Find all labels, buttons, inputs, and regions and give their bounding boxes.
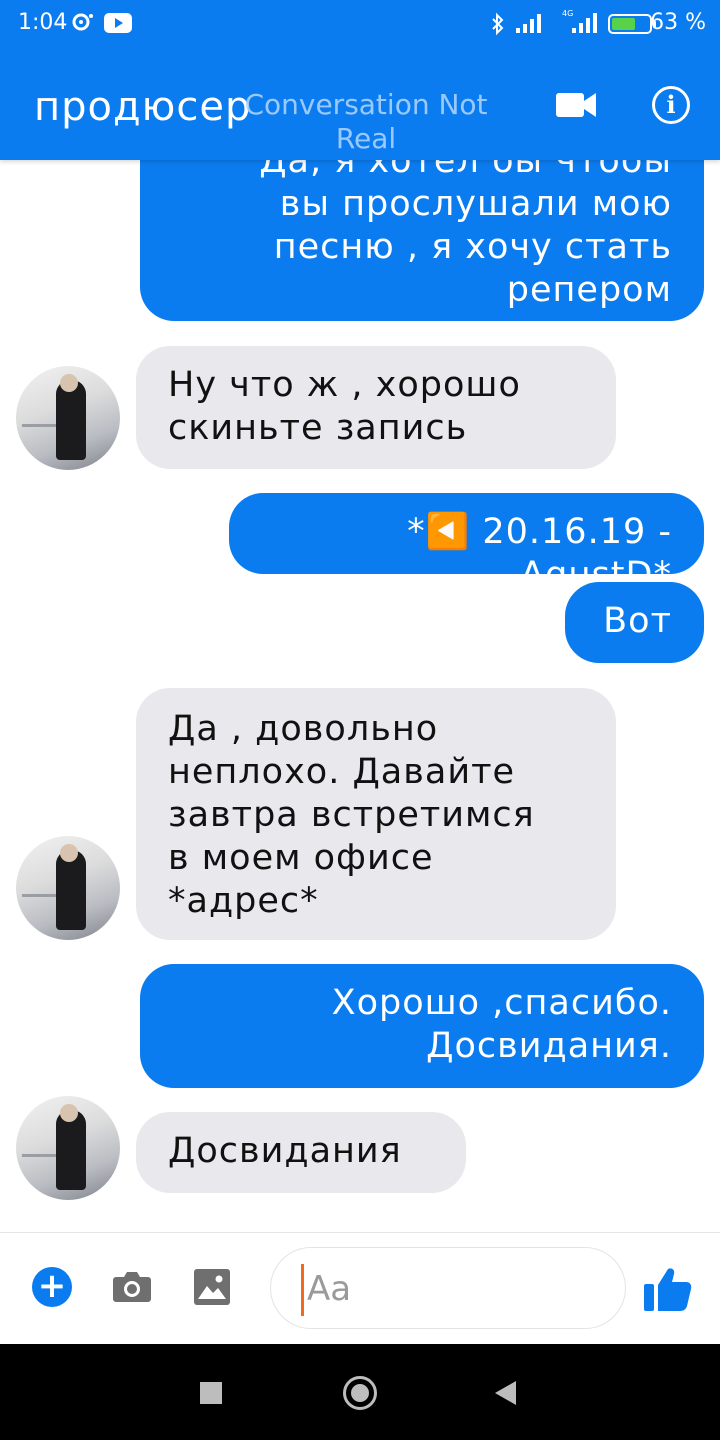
notification-icon <box>72 12 94 38</box>
message-line: *адрес* <box>168 881 319 921</box>
conversation-area[interactable]: Да, я хотел бы чтобы вы прослушали мою п… <box>0 0 720 1232</box>
message-line: Досвидания. <box>426 1026 672 1066</box>
message-line: Да , довольно <box>168 709 439 749</box>
thumbs-up-icon <box>644 1268 692 1311</box>
status-bar: 1:04 4G 63 % <box>0 0 720 48</box>
contact-avatar[interactable] <box>16 1096 120 1200</box>
gallery-icon <box>194 1269 230 1305</box>
message-line: Хорошо ,спасибо. <box>331 983 672 1023</box>
like-button[interactable] <box>644 1267 692 1311</box>
message-line: в моем офисе <box>168 838 434 878</box>
watermark-text: Conversation Not Real <box>244 88 488 155</box>
message-outgoing-audio[interactable]: *◀️ 20.16.19 - AgustD* <box>229 493 704 595</box>
signal-4g-icon: 4G <box>562 8 602 40</box>
message-line: песню , я хочу стать <box>273 227 672 267</box>
info-icon: i <box>666 90 676 119</box>
message-line: завтра встретимся <box>168 795 535 835</box>
system-navigation-bar <box>0 1344 720 1440</box>
message-input-box[interactable] <box>270 1247 626 1329</box>
contact-avatar[interactable] <box>16 366 120 470</box>
message-outgoing[interactable]: Вот <box>565 582 704 663</box>
more-actions-button[interactable]: + <box>32 1267 72 1307</box>
youtube-icon <box>104 12 132 40</box>
info-button[interactable]: i <box>652 86 690 124</box>
message-line: вы прослушали мою <box>279 184 672 224</box>
message-line: скиньте запись <box>168 408 468 448</box>
plus-icon: + <box>37 1266 67 1306</box>
back-button[interactable] <box>495 1381 516 1405</box>
status-time: 1:04 <box>18 10 68 35</box>
battery-percent: 63 % <box>650 10 706 35</box>
message-line: Вот <box>603 601 672 641</box>
message-line: Ну что ж , хорошо <box>168 365 521 405</box>
message-line: репером <box>506 270 672 310</box>
message-outgoing[interactable]: Хорошо ,спасибо. Досвидания. <box>140 964 704 1088</box>
message-incoming[interactable]: Ну что ж , хорошо скиньте запись <box>136 346 616 469</box>
text-cursor <box>301 1264 304 1316</box>
recents-button[interactable] <box>200 1382 222 1404</box>
svg-text:4G: 4G <box>562 9 573 18</box>
video-call-button[interactable] <box>556 90 598 120</box>
gallery-button[interactable] <box>194 1269 230 1305</box>
camera-button[interactable] <box>112 1269 152 1303</box>
signal-icon <box>514 12 546 40</box>
conversation-title[interactable]: продюсер <box>34 84 251 130</box>
contact-avatar[interactable] <box>16 836 120 940</box>
message-input[interactable] <box>305 1262 599 1316</box>
bluetooth-icon <box>490 12 506 42</box>
camera-icon <box>113 1272 151 1302</box>
message-composer: + <box>0 1232 720 1345</box>
message-incoming[interactable]: Да , довольно неплохо. Давайте завтра вс… <box>136 688 616 940</box>
message-line: Досвидания <box>168 1131 402 1171</box>
app-header: 1:04 4G 63 % продюсер Conversation Not R… <box>0 0 720 160</box>
message-line: неплохо. Давайте <box>168 752 515 792</box>
home-button[interactable] <box>343 1376 377 1410</box>
video-camera-icon <box>556 93 596 117</box>
message-incoming[interactable]: Досвидания <box>136 1112 466 1193</box>
battery-icon <box>608 14 656 34</box>
